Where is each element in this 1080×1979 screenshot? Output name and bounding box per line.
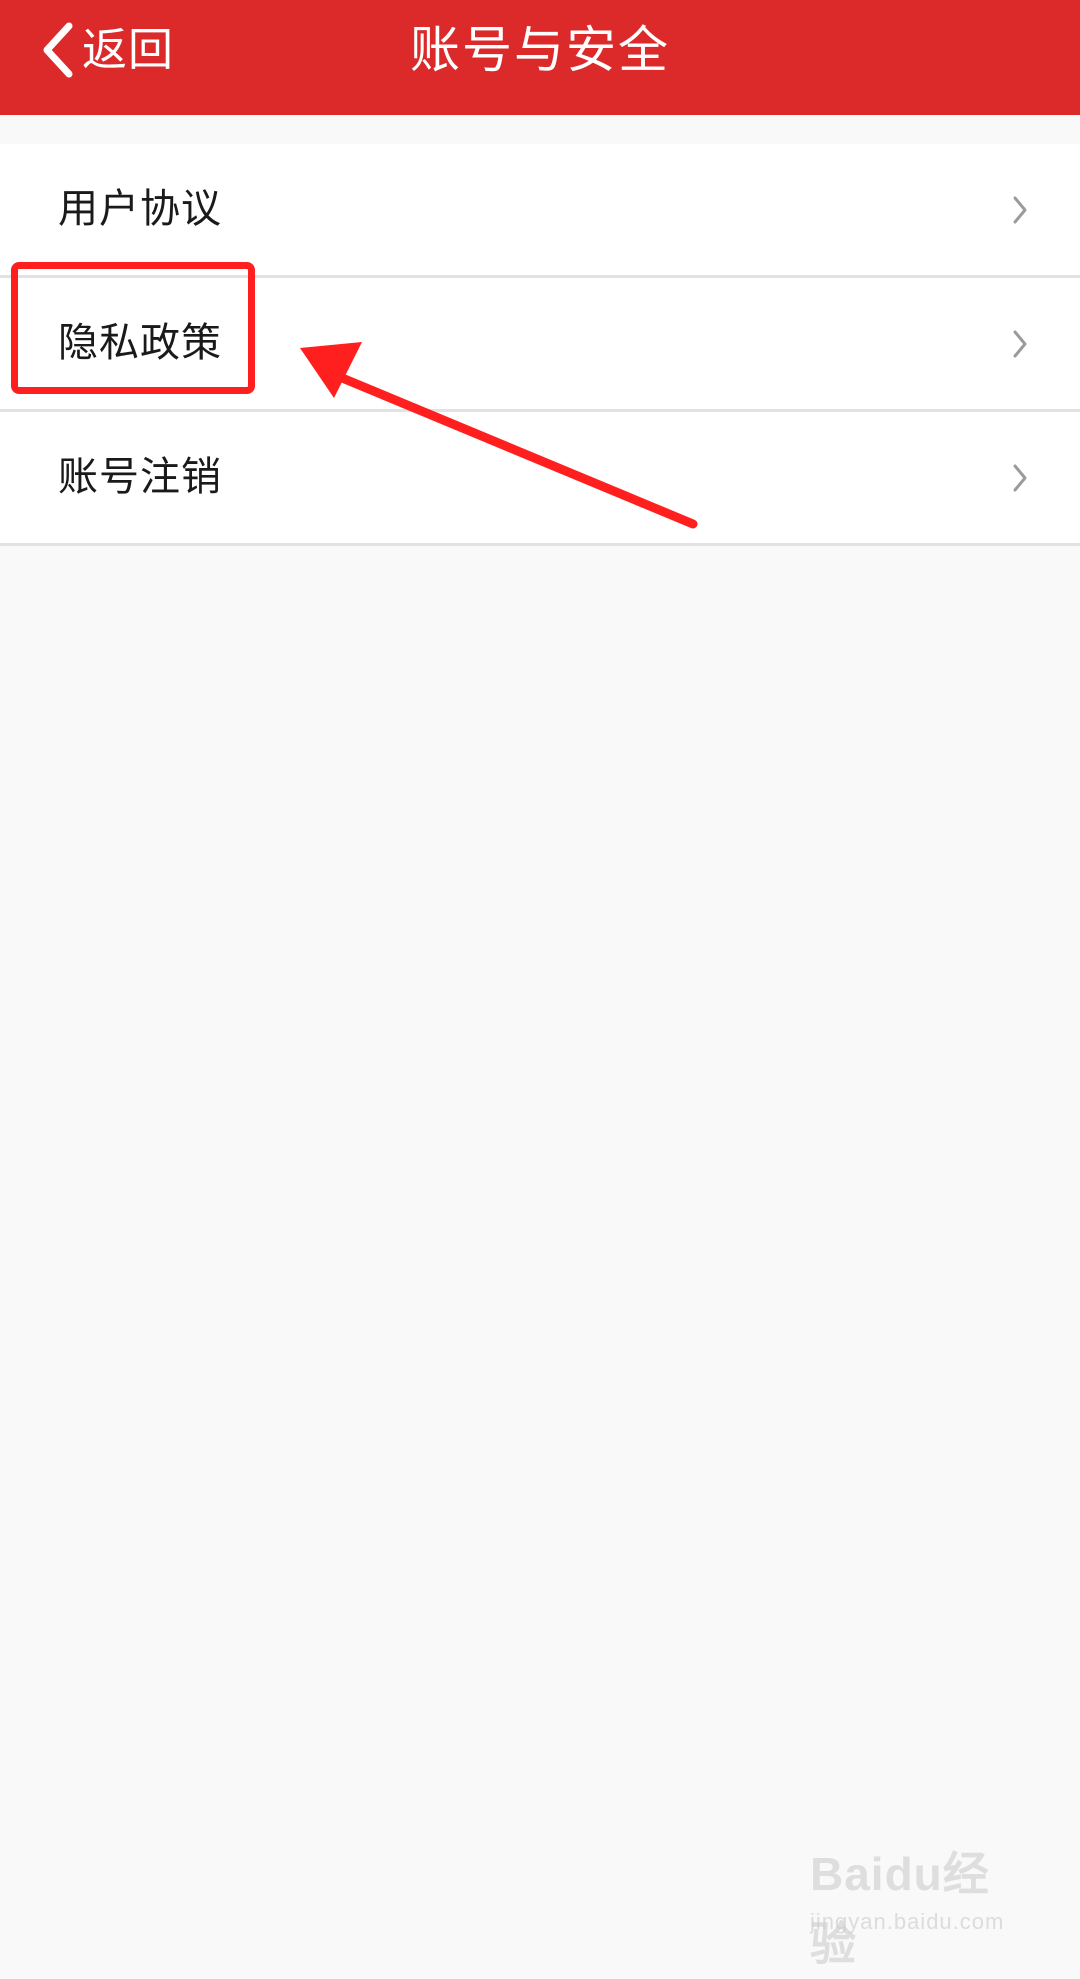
baidu-jingyan-watermark: Baidu经验 jingyan.baidu.com xyxy=(810,1839,1020,1970)
menu-item-label: 用户协议 xyxy=(58,186,222,232)
watermark-url: jingyan.baidu.com xyxy=(810,1909,1005,1934)
settings-menu-list: 用户协议 隐私政策 账号注销 xyxy=(0,144,1080,546)
chevron-right-icon xyxy=(1013,330,1027,357)
menu-item-user-agreement[interactable]: 用户协议 xyxy=(0,144,1080,278)
menu-item-label: 隐私政策 xyxy=(58,320,222,366)
menu-item-label: 账号注销 xyxy=(58,454,222,500)
menu-item-account-deletion[interactable]: 账号注销 xyxy=(0,412,1080,546)
watermark-logo: Baidu经验 xyxy=(810,1848,990,1970)
chevron-right-icon xyxy=(1013,464,1027,491)
chevron-right-icon xyxy=(1013,196,1027,223)
page-title: 账号与安全 xyxy=(410,21,670,79)
menu-item-privacy-policy[interactable]: 隐私政策 xyxy=(0,278,1080,412)
navigation-bar: 返回 账号与安全 xyxy=(0,0,1080,115)
